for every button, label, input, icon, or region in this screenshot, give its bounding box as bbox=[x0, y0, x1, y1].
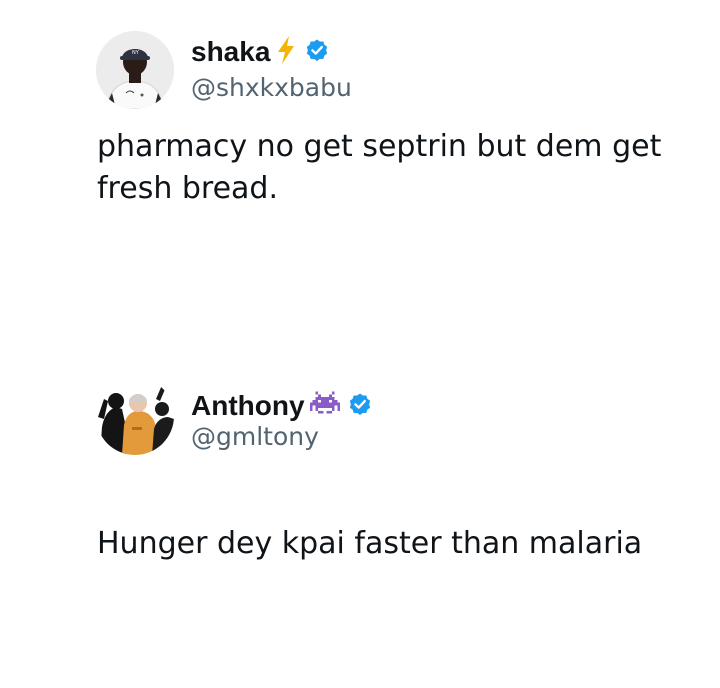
avatar[interactable] bbox=[96, 377, 174, 455]
user-handle[interactable]: @gmltony bbox=[191, 422, 319, 452]
svg-text:NY: NY bbox=[132, 50, 140, 56]
verified-badge-icon[interactable] bbox=[304, 37, 330, 67]
display-name[interactable]: shaka bbox=[191, 34, 270, 70]
verified-badge-icon[interactable] bbox=[347, 391, 373, 421]
user-handle[interactable]: @shxkxbabu bbox=[191, 73, 352, 103]
name-row: Anthony bbox=[191, 388, 373, 424]
alien-monster-icon bbox=[309, 391, 340, 421]
avatar[interactable]: NY bbox=[96, 31, 174, 109]
tweet-text: pharmacy no get septrin but dem get fres… bbox=[97, 129, 662, 206]
display-name[interactable]: Anthony bbox=[191, 388, 305, 424]
name-row: shaka bbox=[191, 34, 330, 70]
tweet-text: Hunger dey kpai faster than malaria bbox=[97, 526, 643, 561]
lightning-icon bbox=[275, 35, 297, 69]
